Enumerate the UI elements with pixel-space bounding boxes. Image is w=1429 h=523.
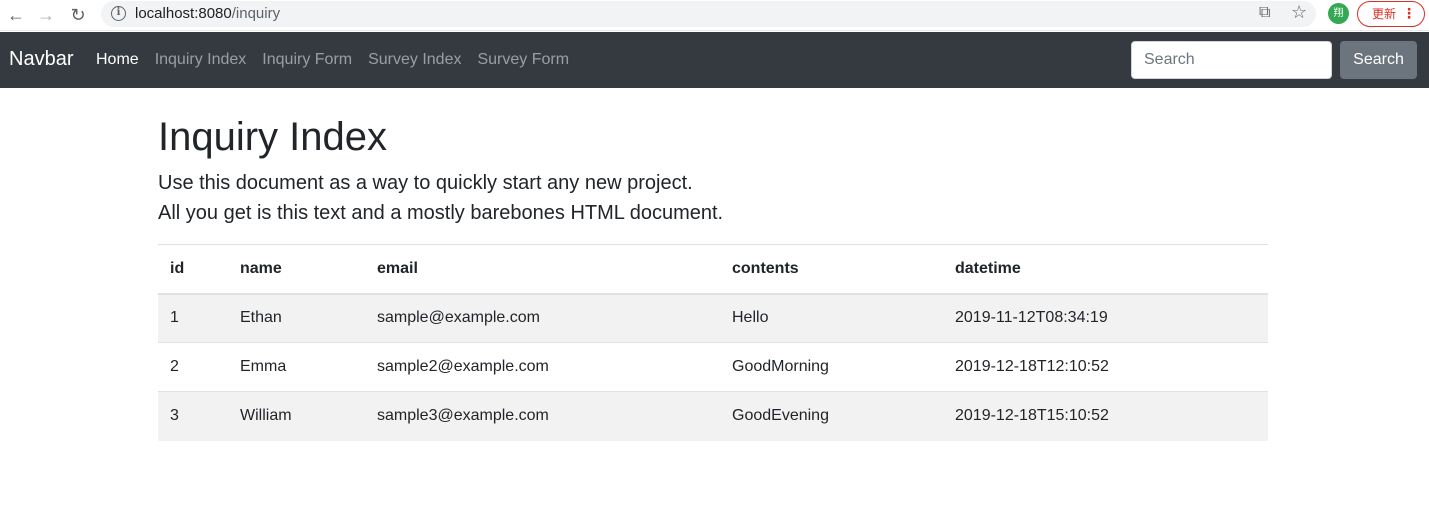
cell-id: 3 [158, 391, 228, 441]
cell-name: William [228, 391, 365, 441]
nav-link-survey-index[interactable]: Survey Index [368, 51, 461, 69]
cell-id: 1 [158, 293, 228, 343]
update-button[interactable]: 更新 ⋮ [1357, 1, 1425, 27]
cell-contents: Hello [720, 293, 943, 343]
inquiry-table: id name email contents datetime 1 Ethan … [158, 244, 1268, 441]
page-title: Inquiry Index [158, 115, 388, 159]
search-button[interactable]: Search [1340, 41, 1417, 79]
table-row: 2 Emma sample2@example.com GoodMorning 2… [158, 342, 1268, 392]
address-bar[interactable]: i localhost:8080/inquiry ⧉ ☆ [101, 1, 1316, 27]
table-row: 1 Ethan sample@example.com Hello 2019-11… [158, 293, 1268, 343]
reload-icon[interactable]: ↻ [66, 3, 90, 27]
kebab-menu-icon: ⋮ [1402, 6, 1416, 22]
avatar[interactable]: 翔 [1328, 3, 1349, 24]
cell-contents: GoodMorning [720, 342, 943, 392]
header-email: email [365, 244, 720, 295]
cell-id: 2 [158, 342, 228, 392]
header-datetime: datetime [943, 244, 1268, 295]
header-contents: contents [720, 244, 943, 295]
nav-link-home[interactable]: Home [96, 51, 139, 69]
cell-datetime: 2019-12-18T15:10:52 [943, 391, 1268, 441]
navbar-brand[interactable]: Navbar [9, 48, 73, 71]
cell-email: sample3@example.com [365, 391, 720, 441]
star-icon[interactable]: ☆ [1291, 2, 1307, 23]
share-icon[interactable]: ⧉ [1259, 4, 1270, 22]
cell-name: Ethan [228, 293, 365, 343]
nav-link-inquiry-index[interactable]: Inquiry Index [155, 51, 247, 69]
table-row: 3 William sample3@example.com GoodEvenin… [158, 391, 1268, 441]
url-text[interactable]: localhost:8080/inquiry [135, 5, 280, 22]
search-input[interactable] [1131, 41, 1332, 79]
info-icon[interactable]: i [111, 6, 126, 21]
lead-line-1: Use this document as a way to quickly st… [158, 172, 693, 194]
main-content: Inquiry Index Use this document as a way… [158, 112, 1268, 441]
navbar: Navbar Home Inquiry Index Inquiry Form S… [0, 32, 1429, 88]
cell-name: Emma [228, 342, 365, 392]
cell-datetime: 2019-12-18T12:10:52 [943, 342, 1268, 392]
cell-contents: GoodEvening [720, 391, 943, 441]
forward-arrow-icon[interactable]: → [34, 3, 58, 27]
cell-datetime: 2019-11-12T08:34:19 [943, 293, 1268, 343]
header-id: id [158, 244, 228, 295]
nav-link-survey-form[interactable]: Survey Form [477, 51, 569, 69]
lead-text: Use this document as a way to quickly st… [158, 168, 1268, 228]
cell-email: sample2@example.com [365, 342, 720, 392]
browser-toolbar: ← → ↻ i localhost:8080/inquiry ⧉ ☆ 翔 更新 … [0, 0, 1429, 31]
header-name: name [228, 244, 365, 295]
table-header-row: id name email contents datetime [158, 244, 1268, 295]
cell-email: sample@example.com [365, 293, 720, 343]
nav-links: Home Inquiry Index Inquiry Form Survey I… [96, 51, 585, 69]
nav-link-inquiry-form[interactable]: Inquiry Form [262, 51, 352, 69]
update-label: 更新 [1372, 7, 1397, 21]
back-arrow-icon[interactable]: ← [4, 3, 28, 27]
lead-line-2: All you get is this text and a mostly ba… [158, 202, 724, 224]
